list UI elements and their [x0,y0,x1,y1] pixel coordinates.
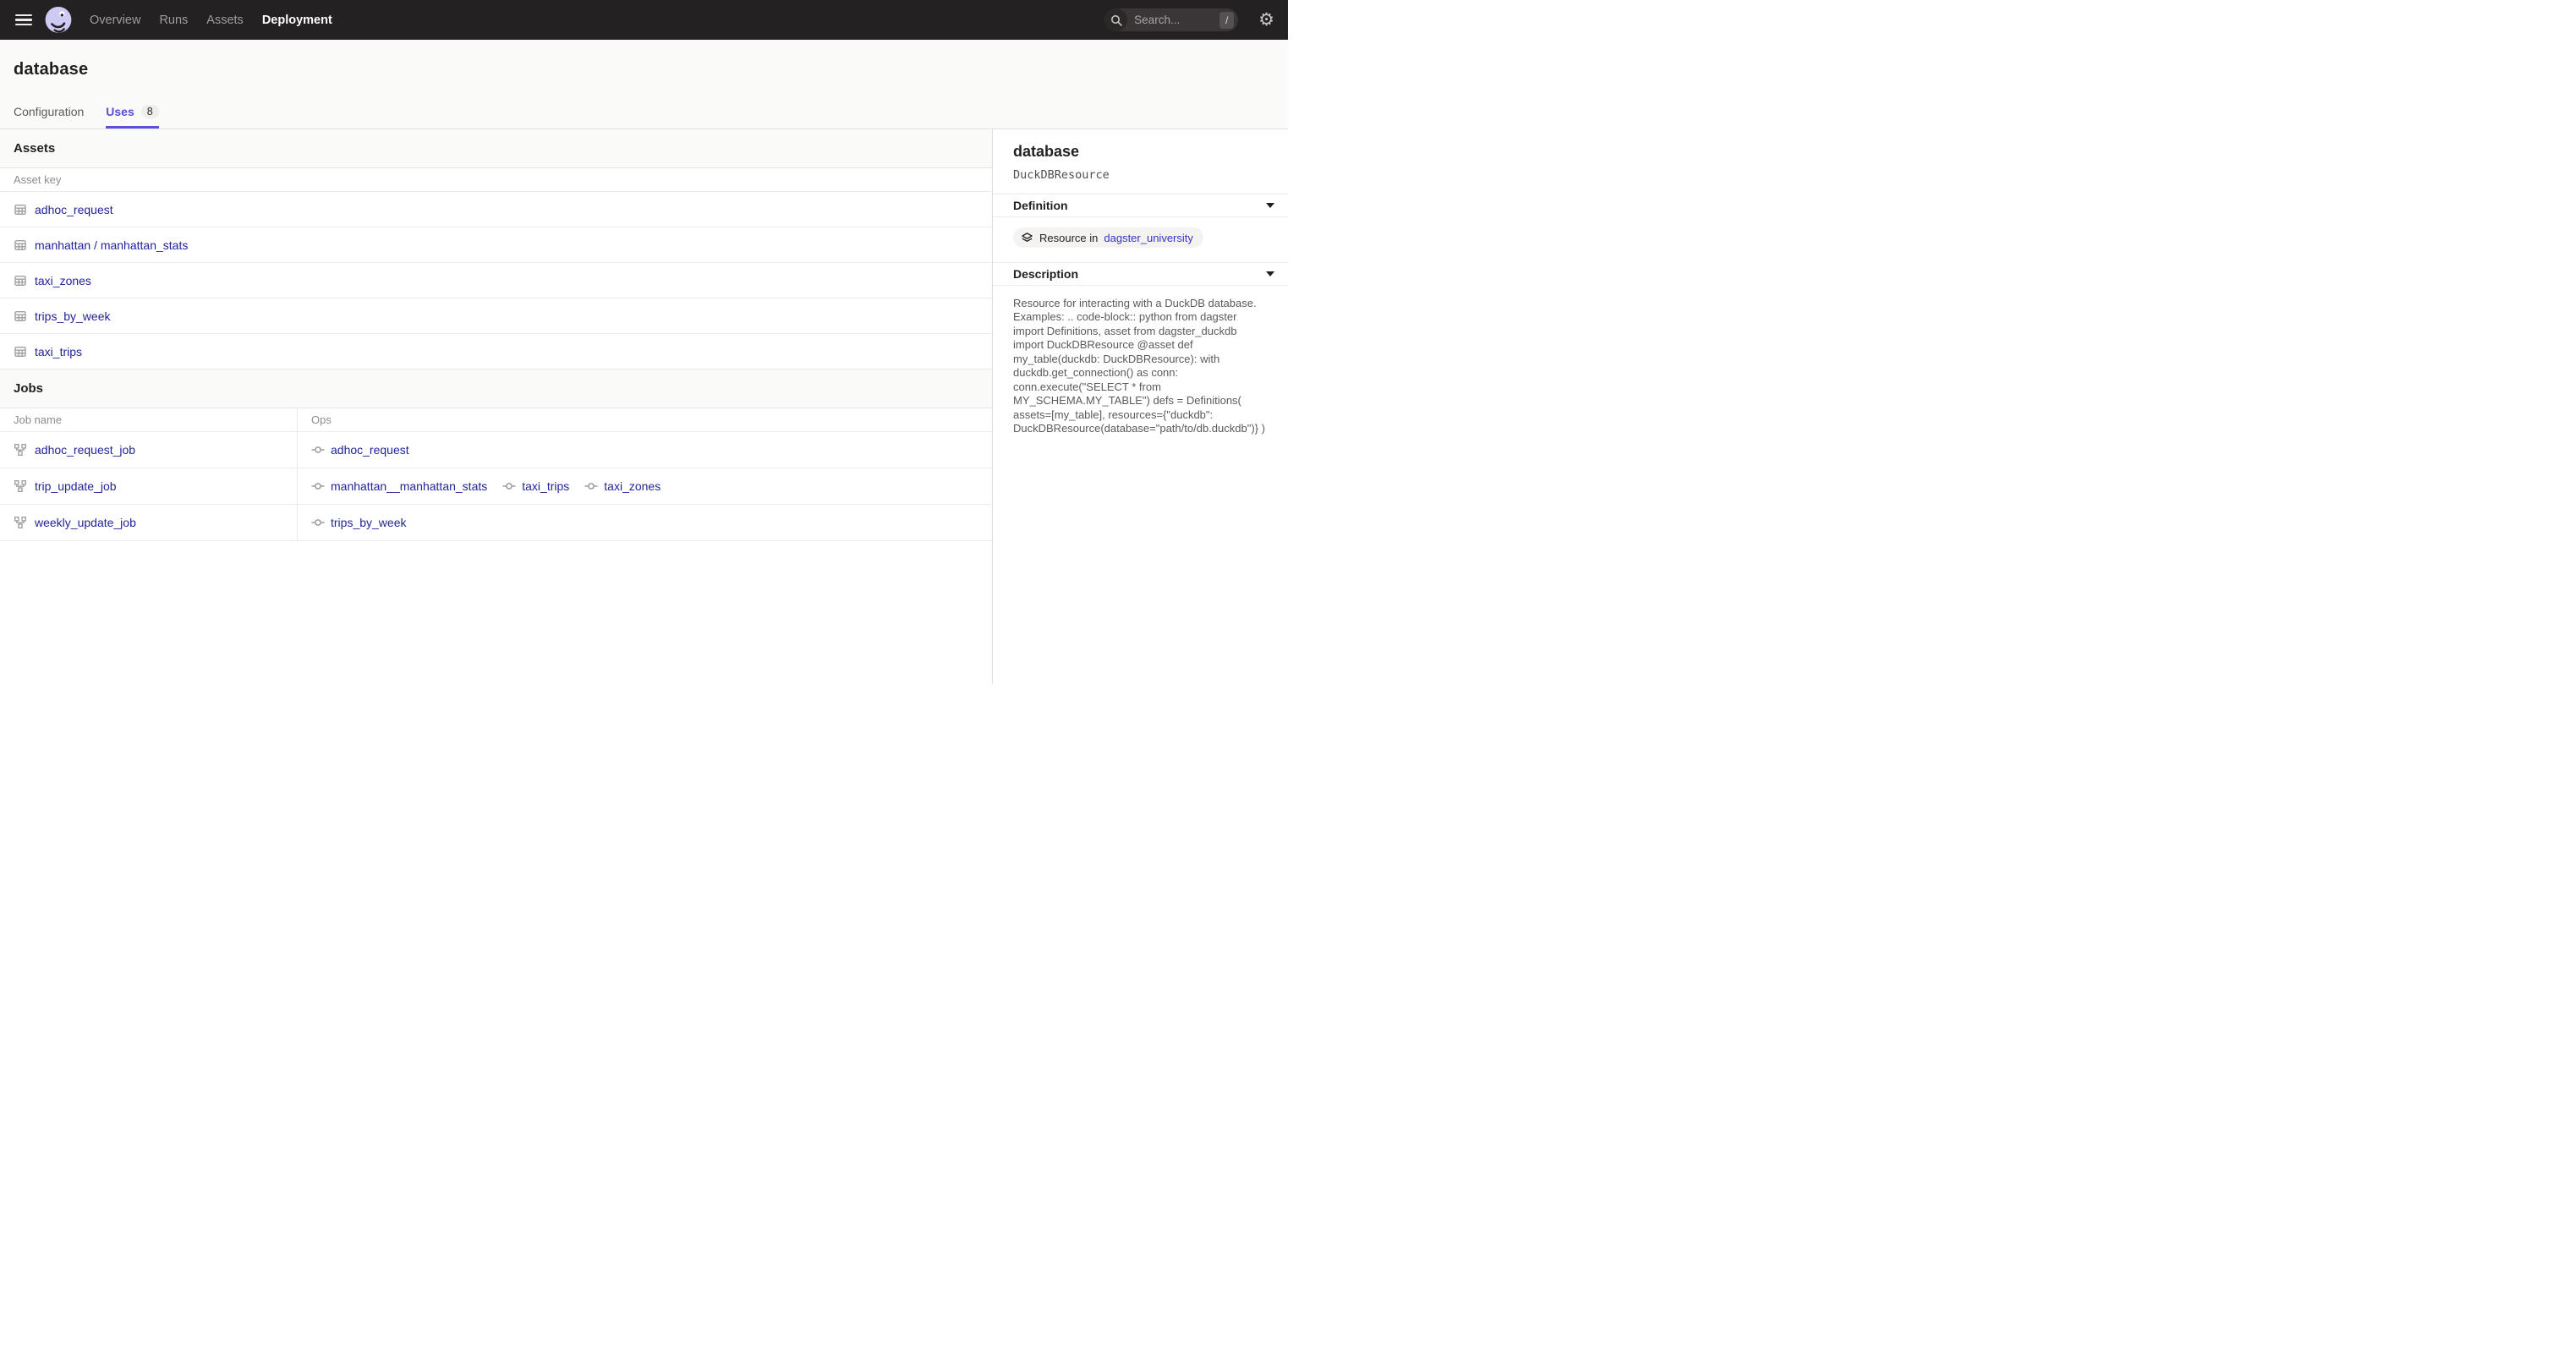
op-icon [311,516,325,529]
job-link[interactable]: adhoc_request_job [35,443,135,457]
job-row-ops-cell: manhattan__manhattan_stats taxi_trips ta… [298,468,992,505]
asset-key-column-header: Asset key [0,168,992,192]
primary-nav: Overview Runs Assets Deployment [90,14,332,27]
op-icon [584,479,598,493]
uses-content: Assets Asset key adhoc_request manhattan… [0,129,992,684]
resource-detail-panel: database DuckDBResource Definition Resou… [992,129,1288,684]
dagster-app: Overview Runs Assets Deployment / ⚙ data… [0,0,1288,684]
description-label: Description [1013,267,1078,281]
asset-row: manhattan / manhattan_stats [0,227,992,263]
op-link[interactable]: adhoc_request [331,443,409,457]
nav-item-overview[interactable]: Overview [90,14,140,27]
asset-row: adhoc_request [0,192,992,227]
asset-link[interactable]: taxi_zones [35,274,91,287]
layers-icon [1021,232,1033,244]
panel-resource-type: DuckDBResource [1013,168,1268,182]
search-icon [1104,8,1127,31]
octopus-logo-icon [44,6,73,35]
op-link[interactable]: taxi_zones [604,479,660,493]
description-section-header[interactable]: Description [993,262,1288,286]
gear-icon[interactable]: ⚙ [1258,11,1274,29]
job-row-name-cell: weekly_update_job [0,505,298,541]
asset-link[interactable]: adhoc_request [35,203,113,216]
chevron-down-icon [1266,271,1274,276]
job-row-ops-cell: trips_by_week [298,505,992,541]
op-icon [311,479,325,493]
job-name-column-header: Job name [0,408,298,432]
asset-link[interactable]: manhattan / manhattan_stats [35,238,188,252]
job-row-ops-cell: adhoc_request [298,432,992,468]
table-icon [14,345,27,358]
resource-tag-prefix: Resource in [1039,232,1098,244]
assets-section-header: Assets [0,129,992,168]
job-icon [14,443,27,457]
slash-shortcut-key: / [1219,12,1234,29]
op-icon [502,479,516,493]
op-item: manhattan__manhattan_stats [311,479,487,493]
search-box: / [1104,8,1238,31]
job-icon [14,516,27,529]
panel-title: database [1013,143,1268,161]
table-icon [14,274,27,287]
tab-bar: Configuration Uses 8 [14,105,1274,129]
job-link[interactable]: trip_update_job [35,479,117,493]
op-item: adhoc_request [311,443,409,457]
definition-section-header[interactable]: Definition [993,194,1288,217]
asset-row: taxi_zones [0,263,992,298]
asset-row: trips_by_week [0,298,992,334]
page-body: Assets Asset key adhoc_request manhattan… [0,129,1288,684]
table-icon [14,309,27,323]
asset-link[interactable]: trips_by_week [35,309,111,323]
job-row-name-cell: adhoc_request_job [0,432,298,468]
chevron-down-icon [1266,203,1274,208]
table-icon [14,203,27,216]
search-input[interactable] [1127,14,1219,26]
job-row-name-cell: trip_update_job [0,468,298,505]
hamburger-menu-icon[interactable] [15,14,32,26]
job-icon [14,479,27,493]
op-link[interactable]: taxi_trips [522,479,569,493]
tab-configuration[interactable]: Configuration [14,105,84,129]
op-item: trips_by_week [311,516,407,529]
jobs-table: Job name Ops adhoc_request_job adhoc_req… [0,408,992,541]
ops-column-header: Ops [298,408,992,432]
nav-item-deployment[interactable]: Deployment [262,14,332,27]
op-item: taxi_zones [584,479,660,493]
op-item: taxi_trips [502,479,569,493]
panel-header: database DuckDBResource [993,129,1288,194]
nav-item-assets[interactable]: Assets [206,14,244,27]
top-nav: Overview Runs Assets Deployment / ⚙ [0,0,1288,40]
definition-section-body: Resource in dagster_university [993,217,1288,262]
op-link[interactable]: manhattan__manhattan_stats [331,479,487,493]
page-header: database Configuration Uses 8 [0,40,1288,129]
resource-tag: Resource in dagster_university [1013,227,1203,248]
tab-configuration-label: Configuration [14,105,84,118]
page-title: database [14,60,1274,79]
dagster-logo[interactable] [44,6,73,35]
op-icon [311,443,325,457]
tab-uses-label: Uses [106,105,134,118]
resource-tag-link[interactable]: dagster_university [1104,232,1193,244]
table-icon [14,238,27,252]
uses-count-badge: 8 [141,105,159,118]
asset-link[interactable]: taxi_trips [35,345,82,358]
definition-label: Definition [1013,199,1068,212]
job-link[interactable]: weekly_update_job [35,516,136,529]
asset-row: taxi_trips [0,334,992,369]
op-link[interactable]: trips_by_week [331,516,407,529]
jobs-section-header: Jobs [0,369,992,408]
tab-uses[interactable]: Uses 8 [106,105,158,129]
nav-item-runs[interactable]: Runs [159,14,188,27]
description-text: Resource for interacting with a DuckDB d… [993,286,1288,447]
